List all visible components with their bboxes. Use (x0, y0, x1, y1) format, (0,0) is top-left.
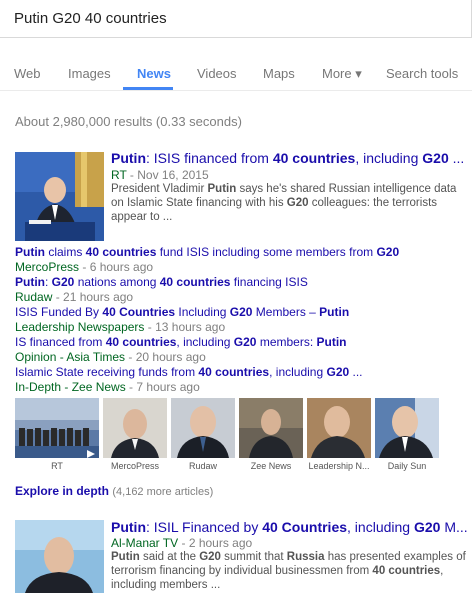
explore-count: (4,162 more articles) (112, 486, 214, 498)
active-tab-indicator (123, 87, 173, 90)
result-stats: About 2,980,000 results (0.33 seconds) (15, 114, 242, 129)
strip-item-rt[interactable]: RT (15, 398, 99, 471)
strip-item-mercopress[interactable]: MercoPress (103, 398, 167, 471)
tab-videos[interactable]: Videos (197, 66, 237, 81)
result-title[interactable]: Putin: ISIS financed from 40 countries, … (111, 150, 466, 166)
related-story-title[interactable]: ISIS Funded By 40 Countries Including G2… (15, 305, 349, 319)
tab-search-tools[interactable]: Search tools (386, 66, 458, 81)
result-thumbnail[interactable] (15, 152, 104, 241)
search-tabs: Web Images News Videos Maps More ▾ Searc… (0, 58, 472, 91)
strip-item-zee-news[interactable]: Zee News (239, 398, 303, 471)
tab-news[interactable]: News (137, 66, 171, 81)
strip-thumbnail (239, 398, 303, 458)
tab-more[interactable]: More ▾ (322, 66, 362, 82)
related-story-source: Rudaw - 21 hours ago (15, 290, 134, 304)
result-source: Al-Manar TV - 2 hours ago (111, 536, 253, 550)
explore-in-depth: Explore in depth (4,162 more articles) (15, 484, 213, 498)
strip-thumbnail (171, 398, 235, 458)
strip-caption: Zee News (250, 461, 292, 471)
tab-maps[interactable]: Maps (263, 66, 295, 81)
related-story-source: Opinion - Asia Times - 20 hours ago (15, 350, 206, 364)
search-input[interactable] (14, 6, 454, 30)
related-story-title[interactable]: Islamic State receiving funds from 40 co… (15, 365, 363, 379)
strip-caption: RT (51, 461, 63, 471)
tab-web[interactable]: Web (14, 66, 41, 81)
related-story-title[interactable]: Putin claims 40 countries fund ISIS incl… (15, 245, 399, 259)
search-bar (0, 0, 472, 38)
strip-thumbnail (307, 398, 371, 458)
result-snippet: President Vladimir Putin says he's share… (111, 183, 457, 223)
strip-caption: Rudaw (188, 461, 217, 471)
result-thumbnail[interactable] (15, 520, 104, 593)
result-snippet: Putin said at the G20 summit that Russia… (111, 551, 466, 591)
related-story-source: In-Depth - Zee News - 7 hours ago (15, 380, 200, 394)
result-title[interactable]: Putin: ISIL Financed by 40 Countries, in… (111, 519, 472, 535)
result-source: RT - Nov 16, 2015 (111, 168, 209, 182)
strip-caption: Daily Sun (387, 461, 427, 471)
strip-thumbnail (103, 398, 167, 458)
strip-caption: MercoPress (110, 461, 159, 471)
related-story-source: MercoPress - 6 hours ago (15, 260, 154, 274)
tab-images[interactable]: Images (68, 66, 111, 81)
strip-thumbnail (15, 398, 99, 458)
strip-item-leadership[interactable]: Leadership N... (307, 398, 371, 471)
strip-item-daily-sun[interactable]: Daily Sun (375, 398, 439, 471)
strip-thumbnail (375, 398, 439, 458)
strip-item-rudaw[interactable]: Rudaw (171, 398, 235, 471)
strip-caption: Leadership N... (308, 461, 370, 471)
related-story-title[interactable]: Putin: G20 nations among 40 countries fi… (15, 275, 308, 289)
related-story-source: Leadership Newspapers - 13 hours ago (15, 320, 226, 334)
explore-in-depth-link[interactable]: Explore in depth (15, 484, 109, 498)
related-story-title[interactable]: IS financed from 40 countries, including… (15, 335, 347, 349)
